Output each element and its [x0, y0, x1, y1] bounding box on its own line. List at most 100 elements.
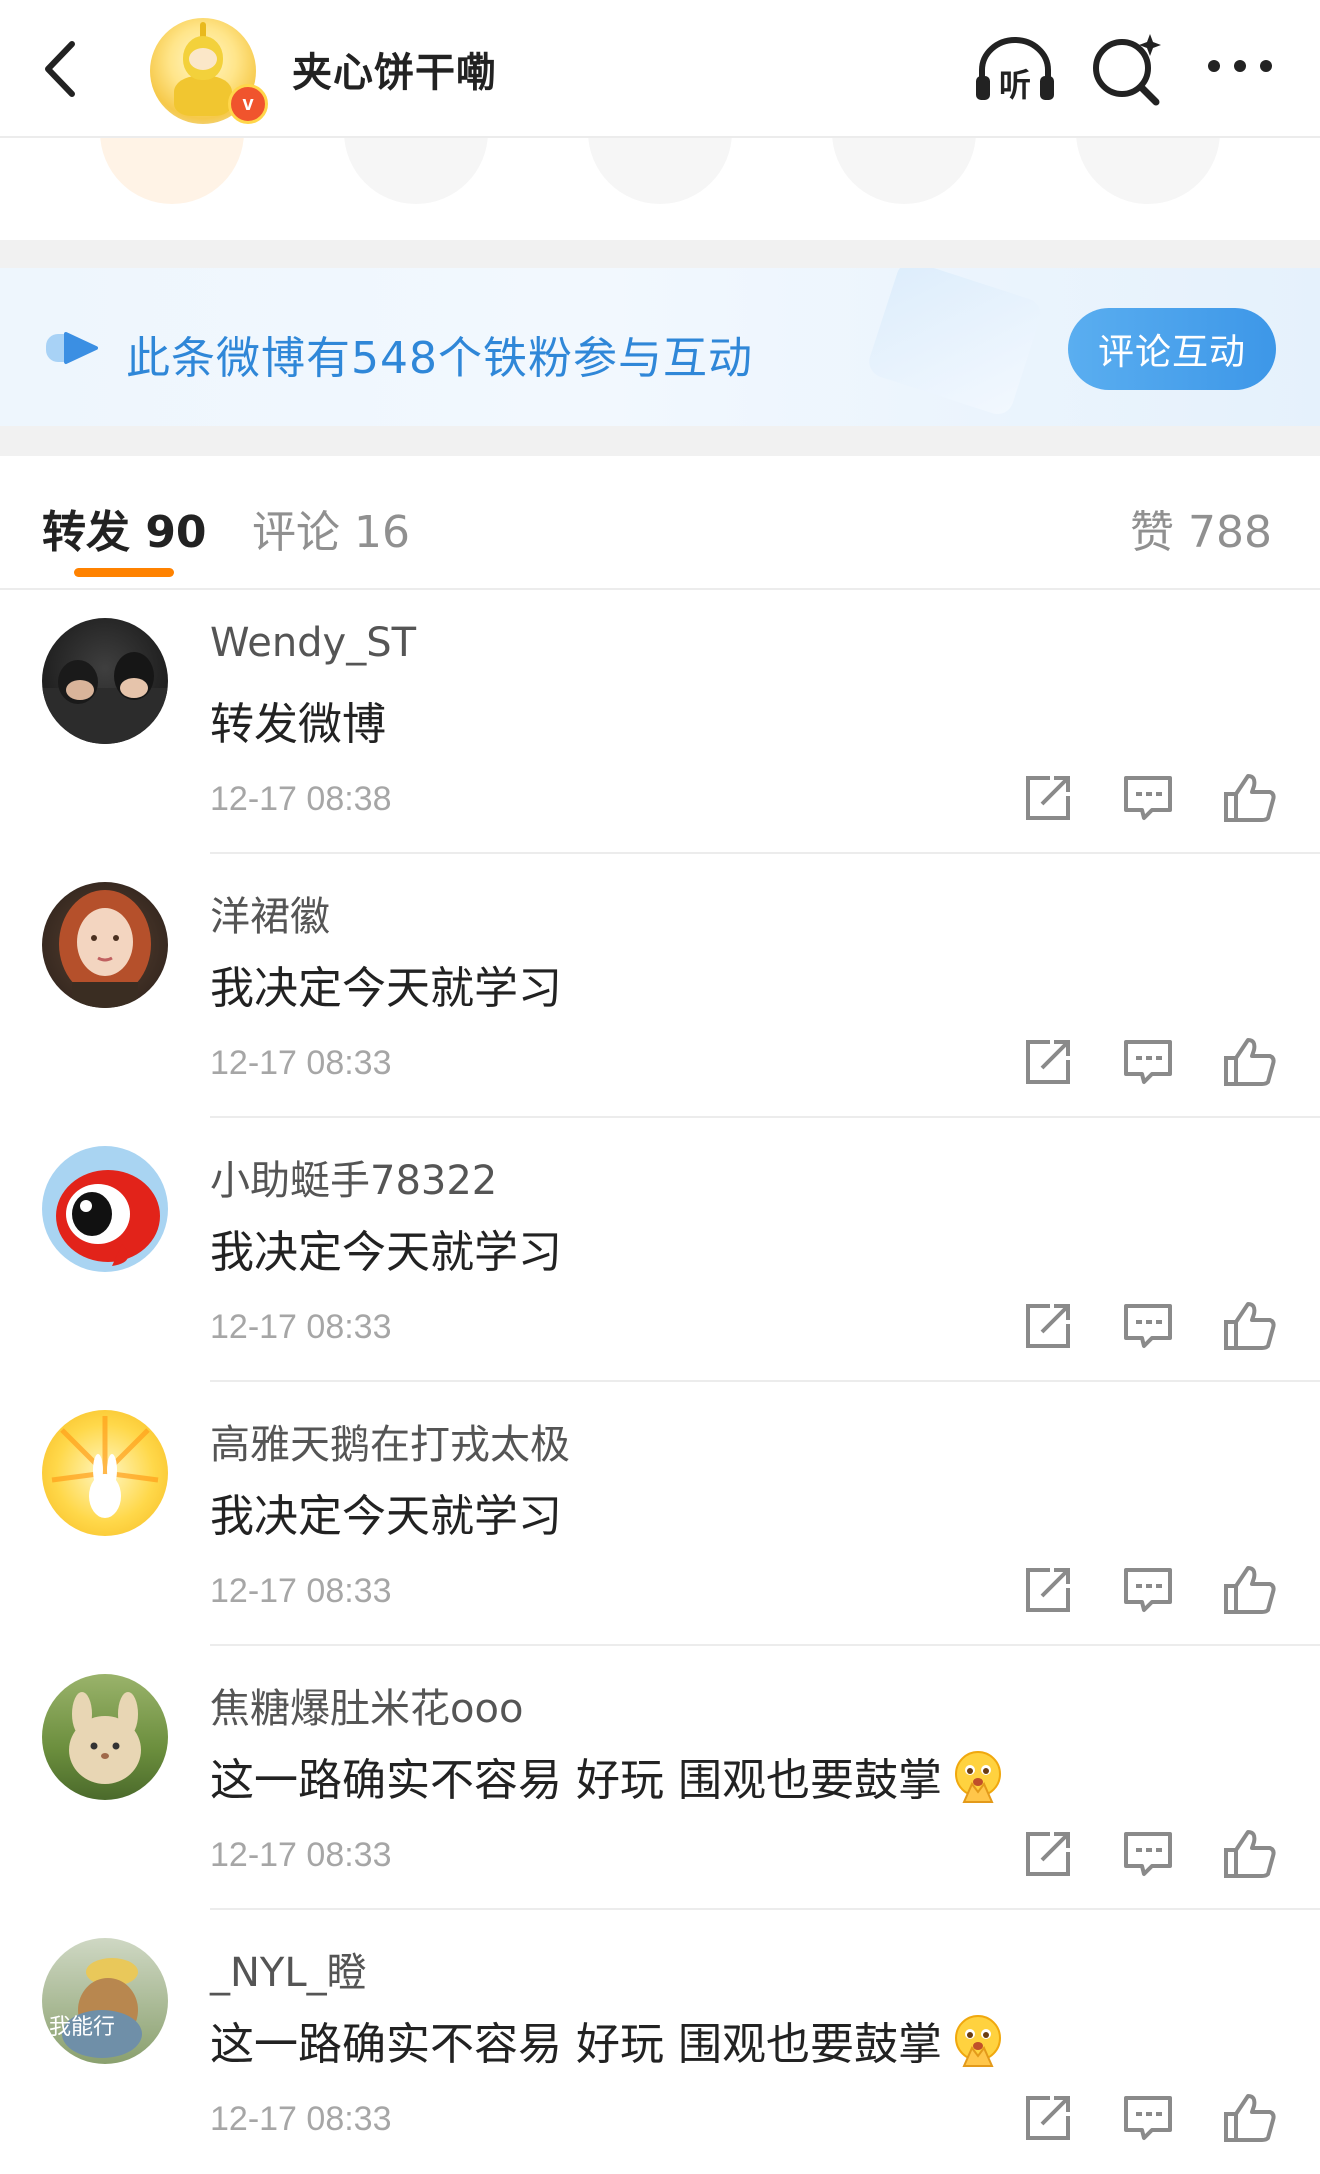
comment-button[interactable]: [1120, 1562, 1176, 1618]
timestamp: 12-17 08:33: [210, 2100, 392, 2138]
repost-text: 转发微博: [210, 688, 386, 752]
like-button[interactable]: [1222, 1034, 1278, 1090]
banner-decoration: [865, 268, 1045, 419]
comment-button[interactable]: [1120, 770, 1176, 826]
top-bar: v 夹心饼干嘞 听: [0, 0, 1320, 138]
repost-button[interactable]: [1020, 1562, 1076, 1618]
avatar[interactable]: [42, 882, 168, 1008]
tab-like[interactable]: 赞 788: [1130, 496, 1272, 560]
ai-search-icon: [1093, 34, 1161, 106]
comment-button[interactable]: [1120, 1034, 1176, 1090]
comment-icon: [1124, 1040, 1172, 1084]
comment-button[interactable]: [1120, 2090, 1176, 2146]
verified-badge: v: [228, 84, 268, 124]
repost-text: 我决定今天就学习: [210, 1216, 562, 1280]
back-icon: [45, 41, 75, 97]
comment-icon: [1124, 1304, 1172, 1348]
avatar-caption: 我能行: [49, 2015, 115, 2040]
repost-text-body: 我决定今天就学习: [210, 1227, 562, 1278]
list-item[interactable]: Wendy_ST 转发微博 12-17 08:38: [0, 590, 1320, 854]
svg-text:听: 听: [999, 66, 1031, 104]
repost-button[interactable]: [1020, 770, 1076, 826]
pray-emoji: [950, 1748, 1006, 1804]
user-name[interactable]: 高雅天鹅在打戎太极: [210, 1412, 570, 1470]
repost-text-body: 我决定今天就学习: [210, 1491, 562, 1542]
avatar[interactable]: [42, 618, 168, 744]
repost-text-body: 这一路确实不容易 好玩 围观也要鼓掌: [210, 2019, 942, 2070]
user-name[interactable]: Wendy_ST: [210, 620, 416, 666]
fan-interaction-banner[interactable]: 此条微博有548个铁粉参与互动 评论互动: [0, 268, 1320, 426]
like-icon: [1224, 1038, 1276, 1086]
repost-text-body: 这一路确实不容易 好玩 围观也要鼓掌: [210, 1755, 942, 1806]
more-icon: [1208, 60, 1272, 72]
timestamp: 12-17 08:33: [210, 1308, 392, 1346]
repost-button[interactable]: [1020, 1826, 1076, 1882]
repost-icon: [1026, 1304, 1070, 1348]
timestamp: 12-17 08:33: [210, 1044, 392, 1082]
repost-button[interactable]: [1020, 2090, 1076, 2146]
like-button[interactable]: [1222, 770, 1278, 826]
fan-icon: [46, 332, 98, 364]
repost-text: 我决定今天就学习: [210, 1480, 562, 1544]
user-name[interactable]: 小助蜓手78322: [210, 1148, 497, 1206]
list-item[interactable]: 小助蜓手78322 我决定今天就学习 12-17 08:33: [0, 1118, 1320, 1382]
list-item[interactable]: 我能行 _NYL_瞪 这一路确实不容易 好玩 围观也要鼓掌 12-17 08:3…: [0, 1910, 1320, 2174]
list-item[interactable]: 高雅天鹅在打戎太极 我决定今天就学习 12-17 08:33: [0, 1382, 1320, 1646]
user-name[interactable]: 焦糖爆肚米花ooo: [210, 1676, 523, 1734]
repost-button[interactable]: [1020, 1034, 1076, 1090]
like-icon: [1224, 1566, 1276, 1614]
comment-interact-button[interactable]: 评论互动: [1068, 308, 1276, 390]
pray-emoji: [950, 2012, 1006, 2068]
ai-search-button[interactable]: [1090, 28, 1166, 108]
comment-icon: [1124, 1568, 1172, 1612]
timestamp: 12-17 08:33: [210, 1572, 392, 1610]
tab-repost[interactable]: 转发 90: [42, 496, 207, 560]
like-icon: [1224, 2094, 1276, 2142]
comment-icon: [1124, 1832, 1172, 1876]
list-item[interactable]: 洋裙徽 我决定今天就学习 12-17 08:33: [0, 854, 1320, 1118]
user-name[interactable]: _NYL_瞪: [210, 1940, 367, 1998]
repost-text: 这一路确实不容易 好玩 围观也要鼓掌: [210, 1744, 1006, 1808]
repost-icon: [1026, 776, 1070, 820]
timestamp: 12-17 08:38: [210, 780, 392, 818]
user-name[interactable]: 洋裙徽: [210, 884, 330, 942]
avatar[interactable]: [42, 1146, 168, 1272]
repost-text: 这一路确实不容易 好玩 围观也要鼓掌: [210, 2008, 1006, 2072]
repost-icon: [1026, 1832, 1070, 1876]
like-icon: [1224, 1302, 1276, 1350]
like-button[interactable]: [1222, 1298, 1278, 1354]
profile-avatar[interactable]: v: [150, 18, 268, 124]
detail-tabs: 转发 90 评论 16 赞 788: [0, 456, 1320, 590]
like-button[interactable]: [1222, 1826, 1278, 1882]
repost-icon: [1026, 1040, 1070, 1084]
back-button[interactable]: [28, 34, 98, 104]
repost-button[interactable]: [1020, 1298, 1076, 1354]
repost-text-body: 我决定今天就学习: [210, 963, 562, 1014]
comment-icon: [1124, 2096, 1172, 2140]
repost-icon: [1026, 2096, 1070, 2140]
comment-button[interactable]: [1120, 1826, 1176, 1882]
repost-text: 我决定今天就学习: [210, 952, 562, 1016]
tab-comment[interactable]: 评论 16: [252, 496, 410, 560]
timestamp: 12-17 08:33: [210, 1836, 392, 1874]
section-divider: [0, 426, 1320, 456]
repost-list: Wendy_ST 转发微博 12-17 08:38 洋裙徽 我决定今天就学习 1…: [0, 590, 1320, 2174]
comment-icon: [1124, 776, 1172, 820]
like-button[interactable]: [1222, 2090, 1278, 2146]
page-title[interactable]: 夹心饼干嘞: [292, 40, 497, 98]
listen-icon: 听: [976, 37, 1054, 104]
comment-button[interactable]: [1120, 1298, 1176, 1354]
like-icon: [1224, 774, 1276, 822]
like-button[interactable]: [1222, 1562, 1278, 1618]
avatar[interactable]: [42, 1674, 168, 1800]
avatar[interactable]: [42, 1410, 168, 1536]
more-button[interactable]: [1200, 34, 1280, 98]
repost-text-body: 转发微博: [210, 699, 386, 750]
repost-icon: [1026, 1568, 1070, 1612]
section-divider: [0, 240, 1320, 268]
listen-button[interactable]: 听: [970, 30, 1060, 106]
active-tab-indicator: [74, 568, 174, 577]
avatar[interactable]: 我能行: [42, 1938, 168, 2064]
fan-interaction-text: 此条微博有548个铁粉参与互动: [126, 333, 753, 384]
list-item[interactable]: 焦糖爆肚米花ooo 这一路确实不容易 好玩 围观也要鼓掌 12-17 08:33: [0, 1646, 1320, 1910]
